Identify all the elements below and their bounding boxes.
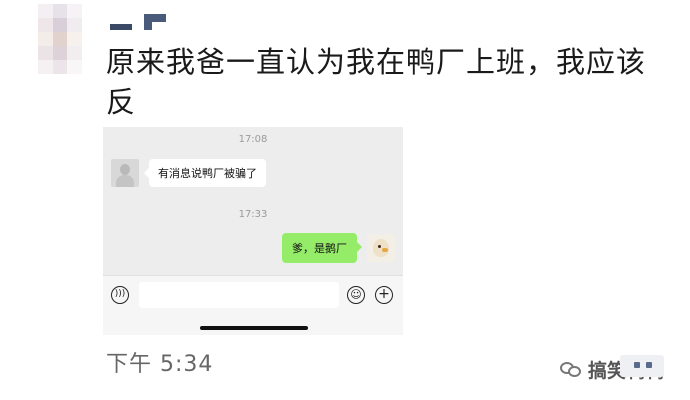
- poster-name-blurred[interactable]: [110, 14, 172, 36]
- chat-timestamp: 17:08: [238, 134, 268, 145]
- outgoing-message-row: 爹，是鹅厂: [282, 233, 395, 263]
- emoji-icon: ☺: [347, 286, 365, 304]
- wechat-official-account-icon: [560, 360, 582, 380]
- poster-avatar-blurred[interactable]: [38, 4, 82, 74]
- message-input: [139, 282, 339, 308]
- incoming-message-bubble: 有消息说鸭厂被骗了: [144, 159, 266, 187]
- home-indicator: [200, 326, 308, 330]
- chat-input-bar: ))) ☺ +: [103, 275, 403, 335]
- more-icon[interactable]: [620, 355, 664, 377]
- contact-avatar: [111, 159, 139, 187]
- self-avatar-duck: [367, 234, 395, 262]
- post-text-line-1: 原来我爸一直认为我在鸭厂上班，我应该反: [106, 45, 647, 119]
- chat-screenshot-image[interactable]: 17:08 有消息说鸭厂被骗了 17:33 爹，是鹅厂 ))) ☺ +: [103, 127, 403, 335]
- plus-icon: +: [375, 286, 393, 304]
- outgoing-message-bubble: 爹，是鹅厂: [282, 233, 362, 263]
- post-timestamp: 下午 5:34: [106, 352, 214, 377]
- incoming-message-row: 有消息说鸭厂被骗了: [111, 159, 266, 187]
- chat-timestamp: 17:33: [238, 209, 268, 220]
- voice-icon: ))): [111, 286, 129, 304]
